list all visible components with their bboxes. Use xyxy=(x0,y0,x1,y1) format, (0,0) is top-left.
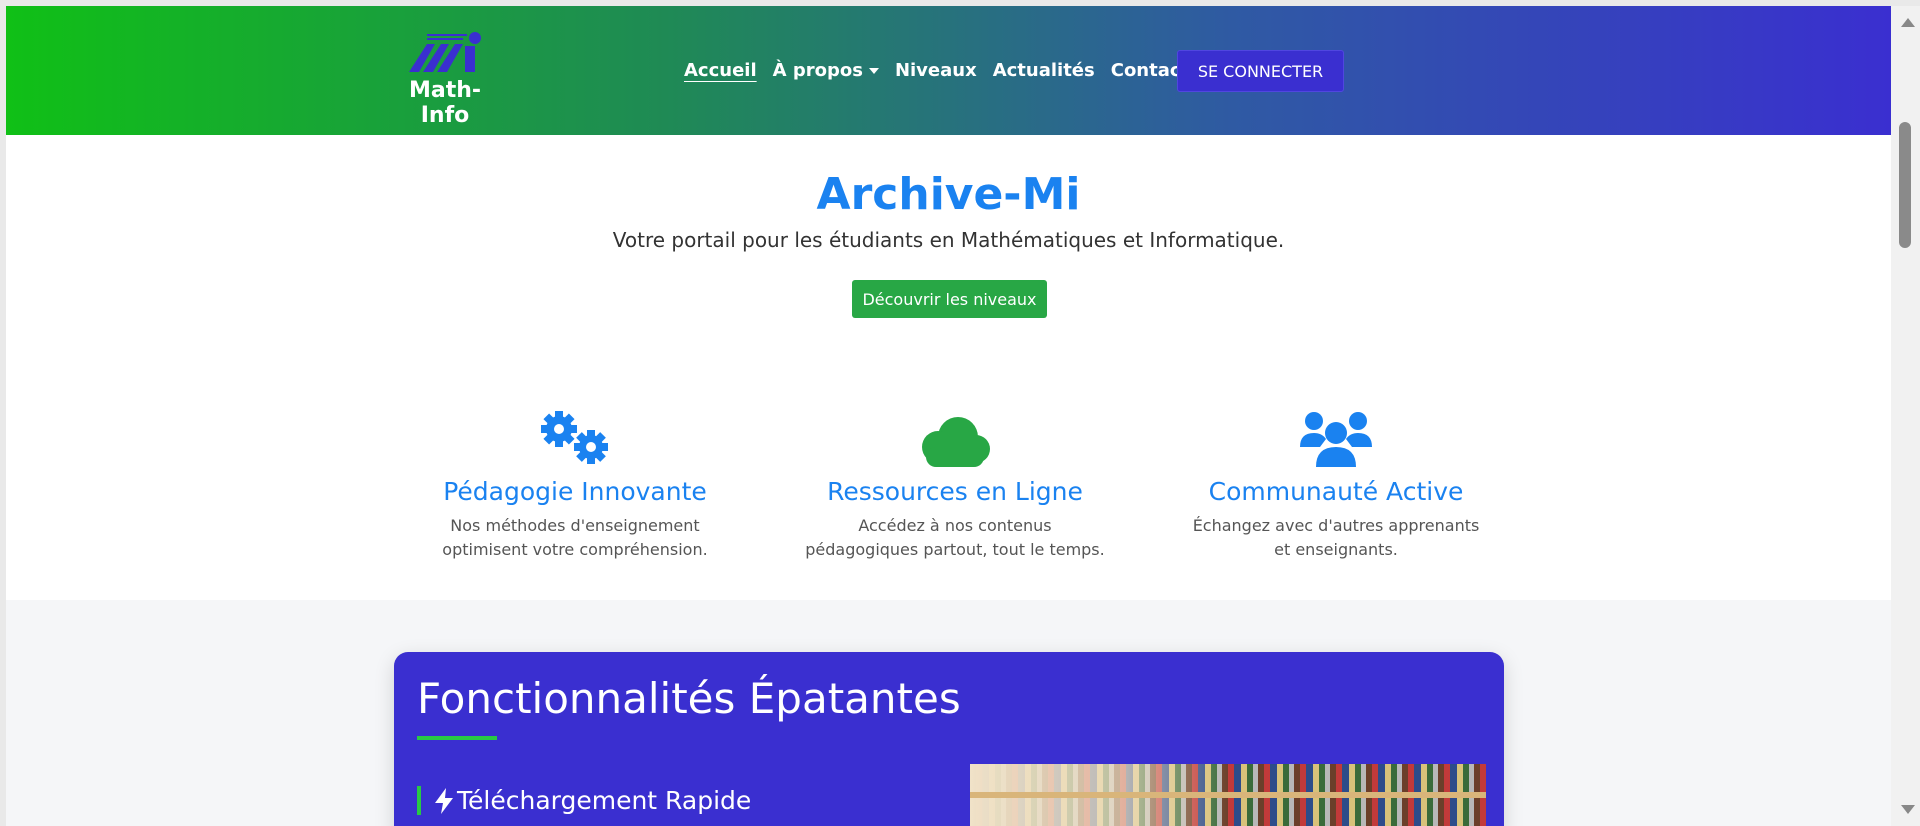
feature-ressources: Ressources en Ligne Accédez à nos conten… xyxy=(795,401,1115,562)
nav-actualites[interactable]: Actualités xyxy=(993,60,1095,81)
gears-icon xyxy=(415,401,735,467)
title-underline xyxy=(417,736,497,740)
site-logo[interactable]: Math-Info xyxy=(393,30,497,128)
showcase-title: Fonctionnalités Épatantes xyxy=(417,674,961,723)
feature-item-label: Téléchargement Rapide xyxy=(457,786,752,815)
bolt-icon xyxy=(435,787,453,814)
site-header: Math-Info Accueil À propos Niveaux Actua… xyxy=(6,6,1891,135)
vertical-scrollbar[interactable] xyxy=(1891,6,1920,826)
cloud-icon xyxy=(795,401,1115,467)
scroll-down-arrow-icon[interactable] xyxy=(1901,805,1915,814)
caret-down-icon xyxy=(868,68,879,74)
scroll-thumb[interactable] xyxy=(1899,122,1911,248)
logo-mark-icon xyxy=(409,32,481,72)
feature-communaute: Communauté Active Échangez avec d'autres… xyxy=(1176,401,1496,562)
nav-a-propos-label: À propos xyxy=(772,60,863,81)
scroll-up-arrow-icon[interactable] xyxy=(1901,18,1915,27)
hero-subtitle: Votre portail pour les étudiants en Math… xyxy=(612,228,1285,252)
shelf xyxy=(970,792,1486,798)
feature-title: Pédagogie Innovante xyxy=(443,477,707,506)
nav-niveaux[interactable]: Niveaux xyxy=(895,60,977,81)
showcase-card: Fonctionnalités Épatantes Téléchargement… xyxy=(394,652,1504,826)
feature-item-telechargement: Téléchargement Rapide xyxy=(417,786,751,815)
page: Math-Info Accueil À propos Niveaux Actua… xyxy=(6,6,1891,826)
login-button[interactable]: SE CONNECTER xyxy=(1177,50,1344,92)
logo-text: Math-Info xyxy=(408,78,482,128)
feature-description: Accédez à nos contenus pédagogiques parto… xyxy=(805,516,1105,559)
main-nav: Accueil À propos Niveaux Actualités Cont… xyxy=(684,60,1200,81)
feature-pedagogie: Pédagogie Innovante Nos méthodes d'ensei… xyxy=(415,401,735,562)
hero-title: Archive-Mi xyxy=(816,169,1081,220)
feature-title: Communauté Active xyxy=(1208,477,1464,506)
feature-description: Nos méthodes d'enseignement optimisent vo… xyxy=(442,516,708,559)
users-icon xyxy=(1176,401,1496,467)
library-photo xyxy=(970,764,1486,826)
nav-a-propos[interactable]: À propos xyxy=(773,60,879,81)
feature-title: Ressources en Ligne xyxy=(827,477,1083,506)
discover-levels-button[interactable]: Découvrir les niveaux xyxy=(852,280,1047,318)
feature-description: Échangez avec d'autres apprenants et ense… xyxy=(1192,516,1480,559)
nav-accueil[interactable]: Accueil xyxy=(684,60,757,81)
